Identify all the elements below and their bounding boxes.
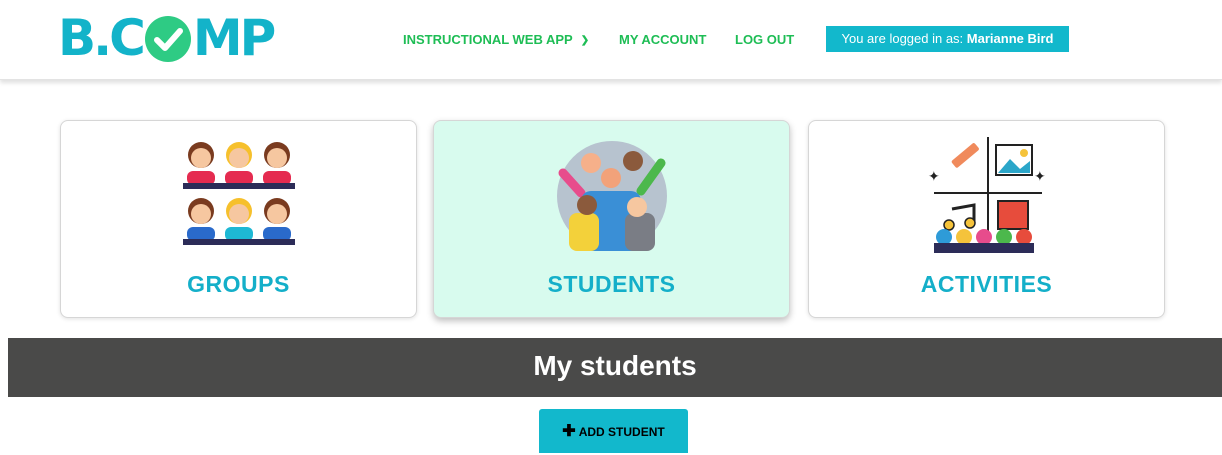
card-label-activities: ACTIVITIES bbox=[920, 271, 1053, 297]
add-student-button[interactable]: ✚ ADD STUDENT bbox=[539, 409, 688, 453]
card-activities[interactable]: ✦ ✦ ACTIVITIES bbox=[808, 120, 1165, 318]
nav-label: INSTRUCTIONAL WEB APP bbox=[403, 32, 573, 47]
plus-icon: ✚ bbox=[562, 423, 576, 440]
card-label-students: STUDENTS bbox=[547, 271, 676, 297]
chevron-down-icon: ❯ bbox=[580, 35, 590, 46]
svg-text:✦: ✦ bbox=[928, 169, 940, 185]
add-student-label: ADD STUDENT bbox=[578, 425, 665, 439]
card-students[interactable]: STUDENTS bbox=[433, 120, 790, 318]
check-icon bbox=[144, 15, 191, 62]
login-prefix: You are logged in as: bbox=[841, 31, 964, 46]
card-label-groups: GROUPS bbox=[187, 271, 290, 297]
logged-in-badge: You are logged in as: Marianne Bird bbox=[826, 26, 1069, 52]
students-illustration bbox=[553, 133, 671, 256]
logo-text-right: MP bbox=[192, 8, 276, 67]
nav-log-out[interactable]: LOG OUT bbox=[735, 32, 794, 47]
bcomp-logo[interactable]: B.C MP bbox=[58, 8, 276, 67]
logo-text-left: B.C bbox=[58, 8, 146, 67]
page-title: My students bbox=[533, 350, 697, 381]
svg-text:✦: ✦ bbox=[1034, 169, 1046, 185]
groups-illustration bbox=[179, 133, 299, 258]
card-groups[interactable]: GROUPS bbox=[60, 120, 417, 318]
site-header: B.C MP INSTRUCTIONAL WEB APP ❯ MY ACCOUNT… bbox=[0, 0, 1222, 80]
nav-my-account[interactable]: MY ACCOUNT bbox=[619, 32, 706, 47]
login-username: Marianne Bird bbox=[966, 31, 1054, 46]
activities-illustration: ✦ ✦ bbox=[928, 133, 1046, 258]
section-header: My students bbox=[8, 338, 1222, 397]
nav-instructional-web-app[interactable]: INSTRUCTIONAL WEB APP ❯ bbox=[403, 32, 589, 47]
